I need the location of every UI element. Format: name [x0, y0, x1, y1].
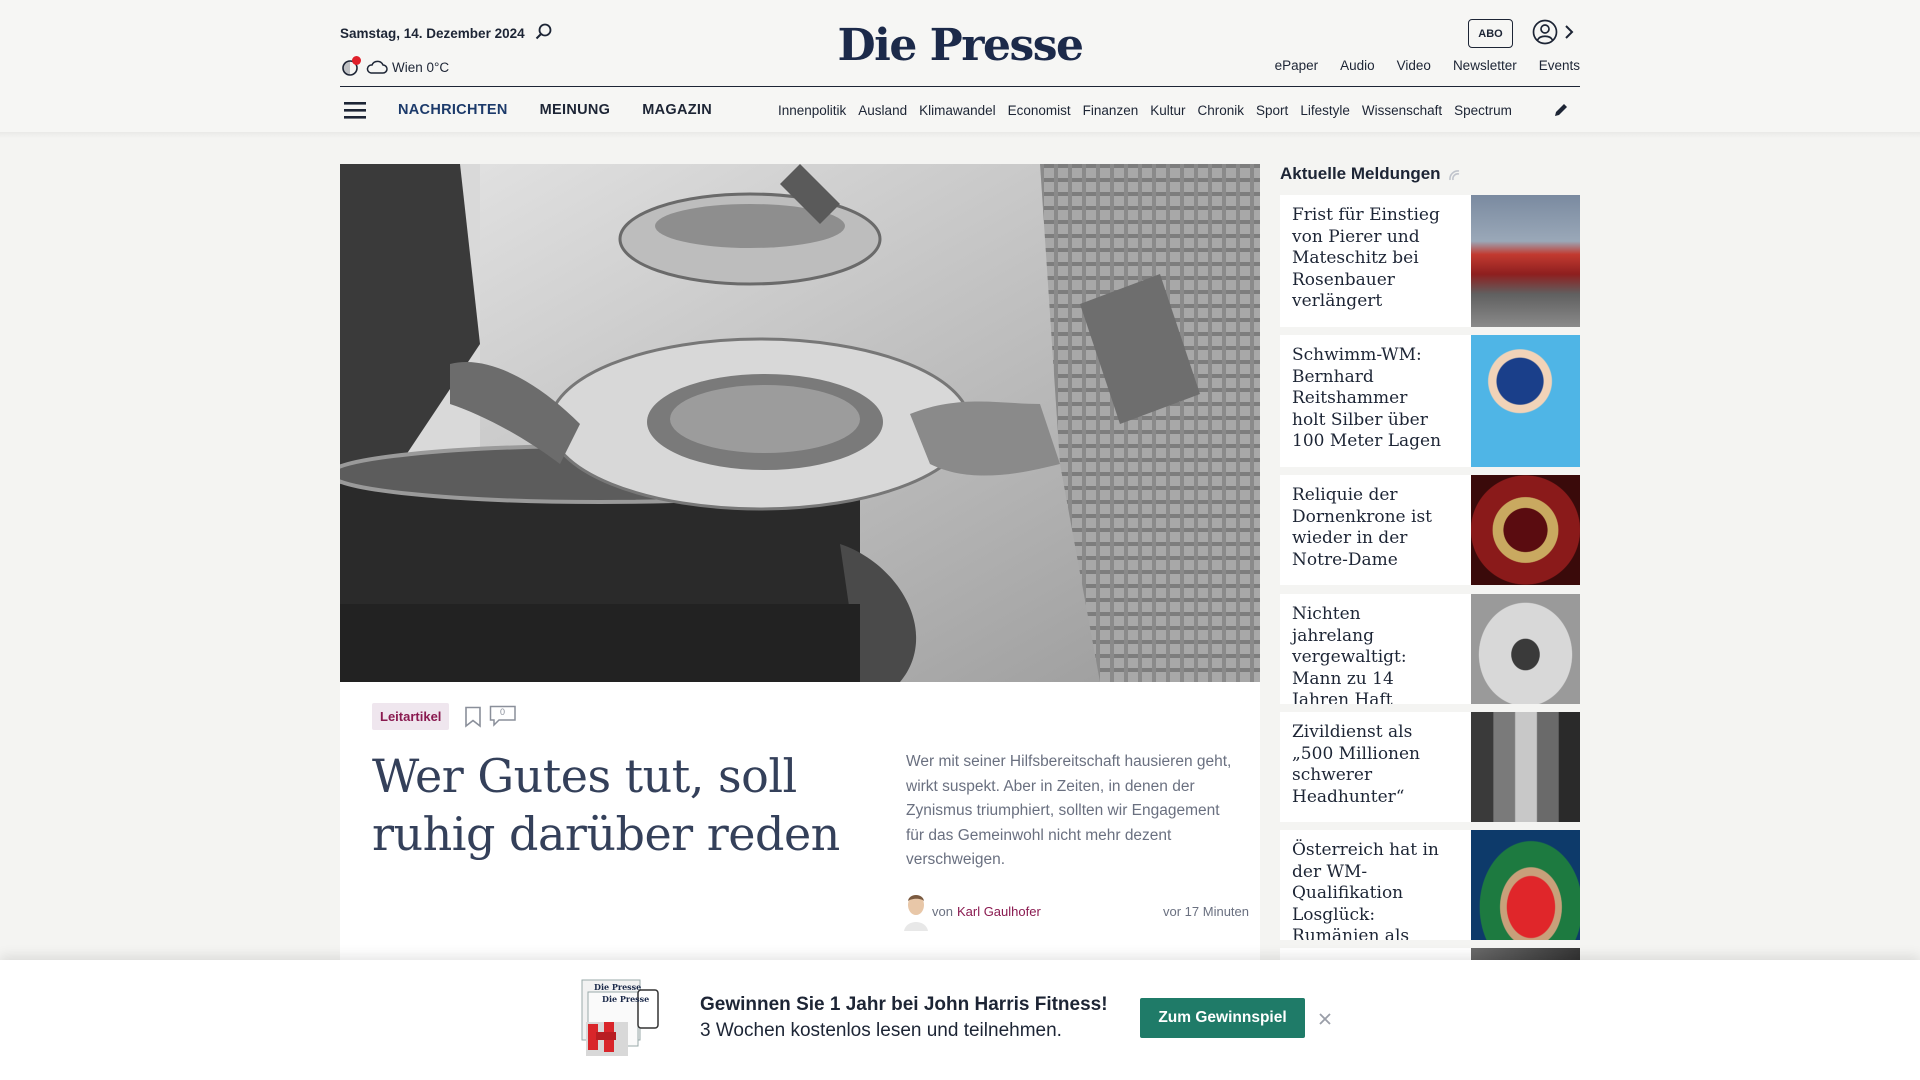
author-link[interactable]: Karl Gaulhofer — [957, 904, 1041, 919]
live-indicator-icon — [1447, 167, 1461, 181]
nav-klimawandel[interactable]: Klimawandel — [919, 103, 996, 118]
news-item-title: Reliquie der Dornenkrone ist wieder in d… — [1292, 485, 1433, 570]
news-item[interactable]: Schwimm-WM: Bernhard Reitshammer holt Si… — [1280, 335, 1580, 467]
news-item[interactable]: Reliquie der Dornenkrone ist wieder in d… — [1280, 475, 1580, 585]
news-item-title: Österreich hat in der WM-Qualifikation L… — [1292, 840, 1439, 940]
link-video[interactable]: Video — [1397, 58, 1431, 73]
promo-logo-text: Die Presse — [594, 982, 642, 992]
site-logo[interactable]: Die Presse — [0, 20, 1920, 71]
abo-button[interactable]: ABO — [1468, 19, 1513, 48]
nav-finanzen[interactable]: Finanzen — [1083, 103, 1139, 118]
main-navigation: NACHRICHTEN MEINUNG MAGAZIN Innenpolitik… — [340, 96, 1580, 124]
nav-ausland[interactable]: Ausland — [858, 103, 907, 118]
link-events[interactable]: Events — [1539, 58, 1580, 73]
edit-pencil-icon[interactable] — [1552, 101, 1570, 119]
nav-spectrum[interactable]: Spectrum — [1454, 103, 1512, 118]
news-item-thumbnail — [1471, 830, 1580, 940]
nav-economist[interactable]: Economist — [1008, 103, 1071, 118]
news-item[interactable]: Nichten jahrelang vergewaltigt: Mann zu … — [1280, 594, 1580, 704]
header-divider — [340, 86, 1580, 87]
news-item-thumbnail — [1471, 475, 1580, 585]
bookmark-icon[interactable] — [464, 706, 482, 728]
nav-innenpolitik[interactable]: Innenpolitik — [778, 103, 846, 118]
link-audio[interactable]: Audio — [1340, 58, 1375, 73]
article-headline[interactable]: Wer Gutes tut, soll ruhig darüber reden — [372, 747, 842, 863]
top-links: ePaper Audio Video Newsletter Events — [1275, 58, 1580, 73]
news-item[interactable]: Österreich hat in der WM-Qualifikation L… — [1280, 830, 1580, 940]
nav-nachrichten[interactable]: NACHRICHTEN — [398, 102, 508, 118]
news-item[interactable]: Frist für Einstieg von Pierer und Matesc… — [1280, 195, 1580, 327]
gewinnspiel-button[interactable]: Zum Gewinnspiel — [1140, 998, 1305, 1038]
news-item-title: Zivildienst als „500 Millionen schwerer … — [1292, 722, 1421, 807]
article-teaser: Wer mit seiner Hilfsbereitschaft hausier… — [906, 753, 1232, 868]
link-epaper[interactable]: ePaper — [1275, 58, 1319, 73]
nav-wissenschaft[interactable]: Wissenschaft — [1362, 103, 1442, 118]
hamburger-menu-icon[interactable] — [344, 100, 368, 120]
promo-text: Gewinnen Sie 1 Jahr bei John Harris Fitn… — [700, 992, 1108, 1044]
chevron-right-icon[interactable] — [1564, 24, 1574, 40]
link-newsletter[interactable]: Newsletter — [1453, 58, 1517, 73]
news-item-thumbnail — [1471, 195, 1580, 327]
publish-time: vor 17 Minuten — [1163, 903, 1249, 919]
close-icon[interactable] — [1315, 1009, 1335, 1029]
nav-meinung[interactable]: MEINUNG — [540, 102, 611, 118]
nav-sport[interactable]: Sport — [1256, 103, 1288, 118]
account-icon[interactable] — [1532, 19, 1558, 45]
nav-chronik[interactable]: Chronik — [1198, 103, 1245, 118]
site-header: Samstag, 14. Dezember 2024 Wien 0°C Die … — [0, 0, 1920, 132]
promo-headline: Gewinnen Sie 1 Jahr bei John Harris Fitn… — [700, 994, 1108, 1015]
news-item-thumbnail — [1471, 594, 1580, 704]
header-shadow — [0, 132, 1920, 138]
author-avatar — [904, 891, 928, 931]
news-item-title: Frist für Einstieg von Pierer und Matesc… — [1292, 205, 1440, 311]
nav-kultur[interactable]: Kultur — [1150, 103, 1185, 118]
promo-logo-text: Die Presse — [602, 994, 650, 1004]
news-item-thumbnail — [1471, 335, 1580, 467]
news-item-title: Nichten jahrelang vergewaltigt: Mann zu … — [1292, 604, 1407, 704]
news-item-title: Schwimm-WM: Bernhard Reitshammer holt Si… — [1292, 345, 1442, 451]
nav-lifestyle[interactable]: Lifestyle — [1300, 103, 1350, 118]
news-item-thumbnail — [1471, 712, 1580, 822]
promo-subline: 3 Wochen kostenlos lesen und teilnehmen. — [700, 1020, 1062, 1041]
byline-prefix: von — [932, 903, 953, 919]
news-item[interactable]: Zivildienst als „500 Millionen schwerer … — [1280, 712, 1580, 822]
nav-magazin[interactable]: MAGAZIN — [642, 102, 712, 118]
sidebar-title: Aktuelle Meldungen — [1280, 164, 1461, 184]
sidebar-title-text: Aktuelle Meldungen — [1280, 164, 1441, 183]
article-byline: von Karl Gaulhofer vor 17 Minuten — [904, 891, 1249, 931]
comment-count: 0 — [500, 707, 506, 717]
article-kicker[interactable]: Leitartikel — [372, 703, 450, 730]
hero-image[interactable] — [340, 164, 1260, 682]
